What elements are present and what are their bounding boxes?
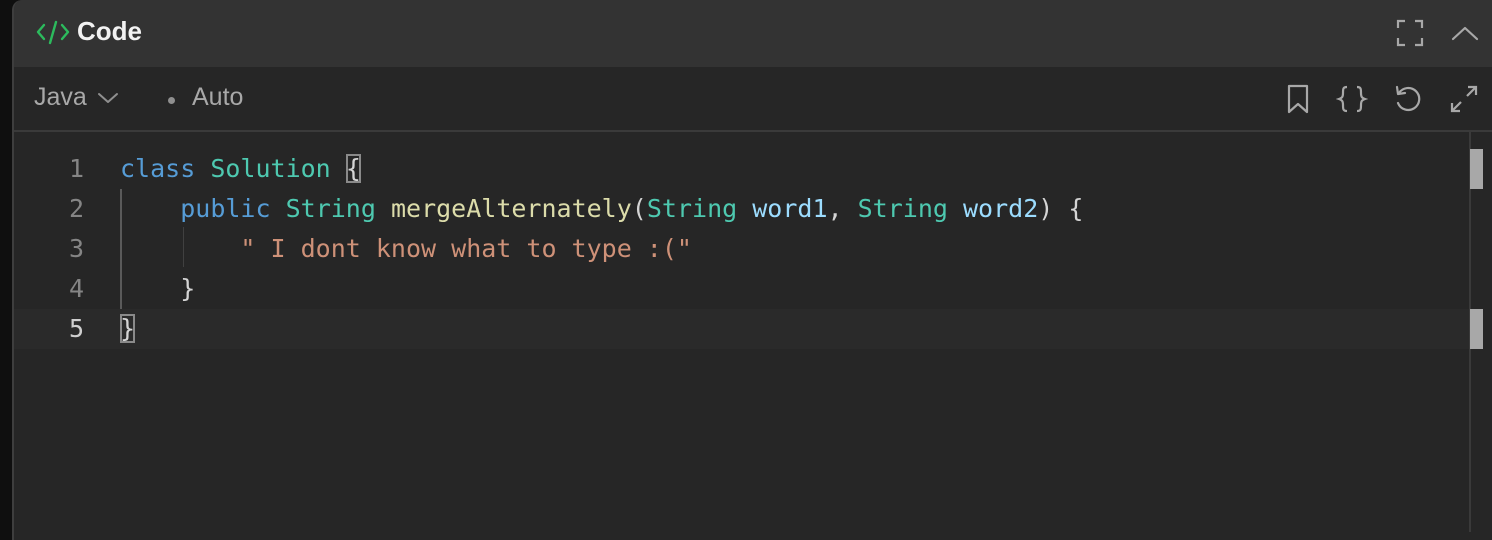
line-number: 3 — [68, 234, 84, 263]
chevron-up-icon — [1451, 26, 1479, 41]
mode-dot — [168, 97, 175, 104]
scrollbar-cursor-marker — [1470, 309, 1483, 349]
code-token: String — [285, 194, 376, 223]
code-token: String — [857, 194, 948, 223]
code-token: String — [646, 194, 738, 223]
bookmark-button[interactable] — [1282, 83, 1314, 115]
format-code-button[interactable] — [1335, 83, 1369, 115]
code-line[interactable]: 3 " I dont know what to type :(" — [14, 229, 1469, 269]
line-number: 2 — [68, 194, 84, 223]
editor-toolbar: Java Auto — [14, 67, 1492, 132]
expand-arrows-icon — [1450, 85, 1478, 113]
code-line[interactable]: 4 } — [14, 269, 1469, 309]
scrollbar-thumb[interactable] — [1470, 149, 1483, 189]
code-editor[interactable]: 1 class Solution {2 public String mergeAl… — [14, 132, 1492, 532]
curly-braces-icon — [1335, 85, 1369, 113]
code-text: class Solution { — [120, 149, 361, 189]
code-text: } — [120, 309, 136, 349]
code-token: } — [120, 314, 136, 343]
code-token: " I dont know what to type :(" — [240, 234, 692, 263]
bookmark-icon — [1287, 84, 1309, 114]
code-panel: Code Java Auto 1 class Solution {2 publ… — [12, 0, 1492, 540]
code-token: ( — [631, 194, 647, 223]
line-number: 1 — [68, 154, 84, 183]
fullscreen-corners-icon — [1396, 19, 1424, 47]
code-token: } — [180, 274, 196, 303]
code-token: class — [120, 154, 196, 183]
collapse-button[interactable] — [1450, 18, 1480, 48]
fullscreen-button[interactable] — [1395, 18, 1425, 48]
code-line[interactable]: 1 class Solution { — [14, 149, 1469, 189]
code-token: public — [180, 194, 271, 223]
code-token: { — [345, 154, 361, 183]
code-token: mergeAlternately — [390, 194, 632, 223]
line-number: 5 — [68, 314, 84, 343]
code-text: } — [120, 269, 195, 309]
language-select[interactable]: Java — [34, 83, 119, 112]
mode-label[interactable]: Auto — [192, 83, 243, 112]
expand-editor-button[interactable] — [1448, 83, 1480, 115]
code-token: , — [827, 194, 858, 223]
panel-title: Code — [77, 16, 142, 46]
code-text: public String mergeAlternately(String wo… — [120, 189, 1083, 229]
code-token: ) { — [1038, 194, 1084, 223]
reset-code-button[interactable] — [1392, 83, 1424, 115]
line-number: 4 — [68, 274, 84, 303]
language-label: Java — [34, 83, 87, 111]
panel-header: Code — [14, 0, 1492, 67]
code-text: " I dont know what to type :(" — [120, 229, 692, 269]
code-token: Solution — [210, 154, 331, 183]
code-line[interactable]: 5} — [14, 309, 1469, 349]
chevron-down-icon — [97, 92, 118, 103]
undo-icon — [1395, 85, 1421, 112]
code-brackets-icon — [36, 20, 70, 45]
code-line[interactable]: 2 public String mergeAlternately(String … — [14, 189, 1469, 229]
code-token: word2 — [962, 194, 1039, 223]
code-token: word1 — [752, 194, 828, 223]
